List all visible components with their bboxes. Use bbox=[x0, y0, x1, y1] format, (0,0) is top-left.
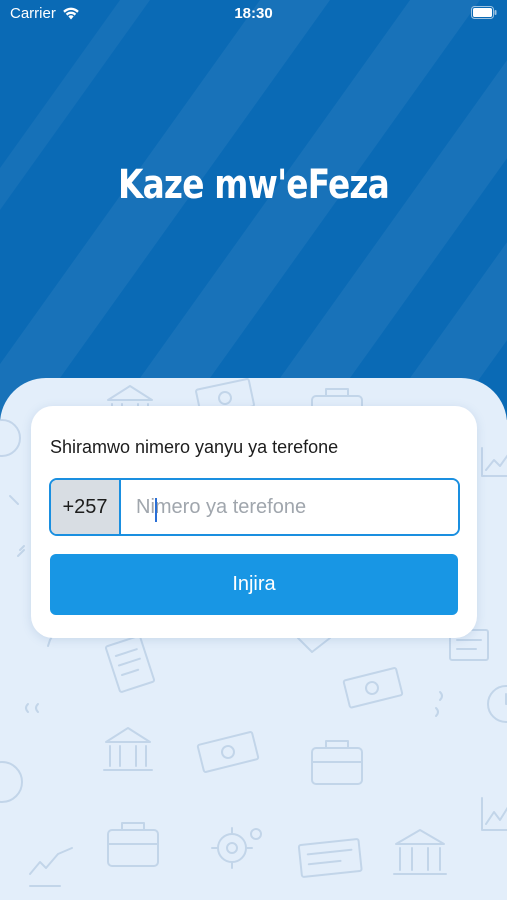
banknote-icon bbox=[196, 731, 260, 773]
text-cursor bbox=[155, 498, 157, 522]
chart-icon bbox=[29, 847, 73, 887]
login-card: Shiramwo nimero yanyu ya terefone +257 I… bbox=[31, 406, 477, 638]
pen-icon bbox=[9, 495, 25, 557]
clock-icon bbox=[0, 761, 23, 803]
header-banner bbox=[0, 0, 507, 420]
briefcase-icon bbox=[107, 822, 159, 867]
clock-icon bbox=[0, 419, 21, 457]
country-code-prefix[interactable]: +257 bbox=[51, 480, 121, 534]
document-icon bbox=[297, 838, 363, 878]
status-bar: Carrier 18:30 bbox=[0, 0, 507, 28]
battery-icon bbox=[471, 6, 497, 19]
gear-icon bbox=[211, 827, 262, 869]
clock-icon bbox=[487, 685, 507, 723]
login-button[interactable]: Injira bbox=[50, 554, 458, 615]
chart-icon bbox=[481, 797, 507, 831]
app-title: Kaze mw'eFeza bbox=[118, 162, 390, 208]
chart-icon bbox=[481, 447, 507, 477]
quote-icon bbox=[25, 691, 443, 717]
document-icon bbox=[104, 635, 156, 693]
pen-icon bbox=[297, 637, 331, 653]
bank-icon bbox=[393, 829, 447, 875]
phone-prompt-label: Shiramwo nimero yanyu ya terefone bbox=[50, 437, 339, 457]
bank-icon bbox=[103, 727, 153, 771]
clock-time: 18:30 bbox=[234, 5, 273, 22]
briefcase-icon bbox=[311, 740, 363, 785]
banknote-icon bbox=[342, 667, 404, 709]
header-stripes bbox=[0, 0, 507, 420]
phone-number-input[interactable] bbox=[121, 480, 458, 534]
phone-field-group: +257 bbox=[49, 478, 460, 536]
